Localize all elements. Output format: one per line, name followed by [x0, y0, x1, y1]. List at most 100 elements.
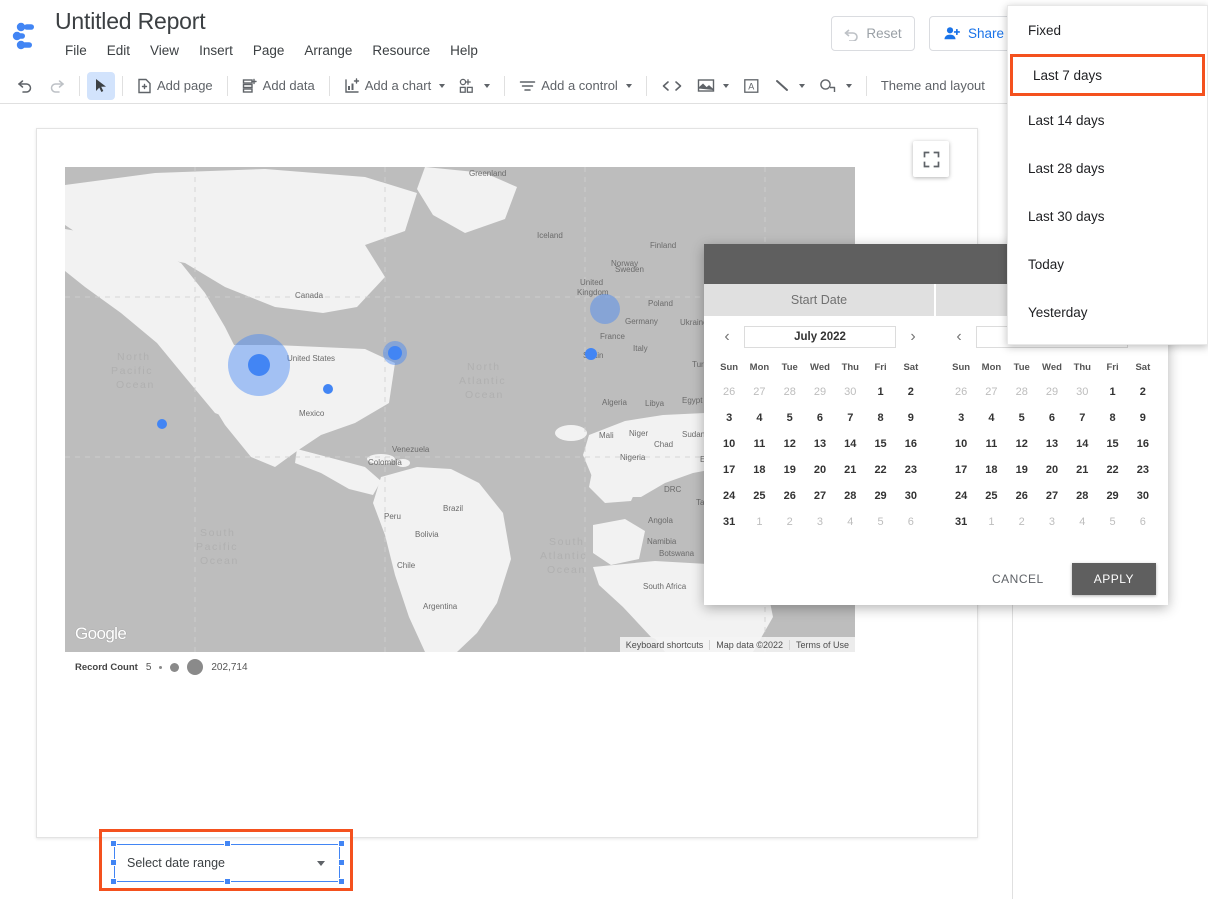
map-data-bubble[interactable] [323, 384, 333, 394]
calendar-day-cell[interactable]: 27 [976, 379, 1006, 405]
add-data-button[interactable]: Add data [235, 72, 322, 100]
calendar-day-cell[interactable]: 18 [744, 457, 774, 483]
calendar-day-cell[interactable]: 28 [835, 483, 865, 509]
map-data-bubble[interactable] [590, 294, 620, 324]
calendar-day-cell[interactable]: 26 [1007, 483, 1037, 509]
terms-of-use-link[interactable]: Terms of Use [788, 639, 855, 650]
calendar-day-cell[interactable]: 19 [775, 457, 805, 483]
calendar-day-cell[interactable]: 30 [1067, 379, 1097, 405]
calendar-day-cell[interactable]: 16 [1128, 431, 1158, 457]
resize-handle-ne[interactable] [338, 840, 345, 847]
calendar-day-cell[interactable]: 8 [1097, 405, 1127, 431]
fullscreen-button[interactable] [913, 141, 949, 177]
date-range-option-last-14-days[interactable]: Last 14 days [1008, 96, 1207, 144]
resize-handle-s[interactable] [224, 878, 231, 885]
redo-button[interactable] [41, 72, 72, 100]
insert-image-button[interactable] [690, 72, 736, 100]
calendar-day-cell[interactable]: 5 [775, 405, 805, 431]
start-calendar[interactable]: ‹ July 2022 › Sun Mon Tue Wed Thu Fri Sat 26 27 2… [704, 322, 936, 535]
insert-line-button[interactable] [767, 72, 812, 100]
calendar-day-cell[interactable]: 12 [1007, 431, 1037, 457]
menu-edit[interactable]: Edit [97, 41, 140, 60]
calendar-day-cell[interactable]: 2 [775, 509, 805, 535]
calendar-day-cell[interactable]: 28 [1007, 379, 1037, 405]
resize-handle-nw[interactable] [110, 840, 117, 847]
start-date-tab[interactable]: Start Date [704, 284, 934, 316]
menu-insert[interactable]: Insert [189, 41, 243, 60]
calendar-day-cell[interactable]: 20 [1037, 457, 1067, 483]
calendar-day-cell[interactable]: 1 [1097, 379, 1127, 405]
reset-button[interactable]: Reset [831, 16, 915, 51]
calendar-day-cell[interactable]: 4 [835, 509, 865, 535]
calendar-day-cell[interactable]: 5 [1007, 405, 1037, 431]
map-data-bubble[interactable] [388, 346, 402, 360]
calendar-day-cell[interactable]: 11 [744, 431, 774, 457]
date-range-control[interactable]: Select date range [114, 844, 340, 882]
chevron-left-icon[interactable]: ‹ [950, 328, 968, 346]
calendar-day-cell[interactable]: 15 [1097, 431, 1127, 457]
calendar-day-cell[interactable]: 23 [1128, 457, 1158, 483]
date-range-option-last-7-days[interactable]: Last 7 days [1010, 54, 1205, 96]
calendar-day-cell[interactable]: 15 [865, 431, 895, 457]
date-range-option-yesterday[interactable]: Yesterday [1008, 288, 1207, 336]
menu-page[interactable]: Page [243, 41, 295, 60]
undo-button[interactable] [10, 72, 41, 100]
calendar-day-cell[interactable]: 19 [1007, 457, 1037, 483]
calendar-day-cell[interactable]: 6 [896, 509, 926, 535]
menu-resource[interactable]: Resource [362, 41, 440, 60]
start-month-label[interactable]: July 2022 [744, 326, 896, 348]
calendar-day-cell[interactable]: 3 [805, 509, 835, 535]
calendar-day-cell[interactable]: 6 [1128, 509, 1158, 535]
calendar-day-cell[interactable]: 26 [714, 379, 744, 405]
calendar-day-cell[interactable]: 21 [1067, 457, 1097, 483]
resize-handle-e[interactable] [338, 859, 345, 866]
calendar-day-cell[interactable]: 22 [865, 457, 895, 483]
calendar-day-cell[interactable]: 1 [865, 379, 895, 405]
date-range-dropdown-menu[interactable]: Fixed Last 7 days Last 14 days Last 28 days… [1007, 5, 1208, 345]
date-range-option-last-30-days[interactable]: Last 30 days [1008, 192, 1207, 240]
calendar-day-cell[interactable]: 25 [744, 483, 774, 509]
calendar-day-cell[interactable]: 2 [1128, 379, 1158, 405]
resize-handle-n[interactable] [224, 840, 231, 847]
add-page-button[interactable]: Add page [130, 72, 220, 100]
calendar-day-cell[interactable]: 30 [896, 483, 926, 509]
calendar-day-cell[interactable]: 29 [865, 483, 895, 509]
calendar-day-cell[interactable]: 10 [946, 431, 976, 457]
calendar-day-cell[interactable]: 28 [775, 379, 805, 405]
calendar-day-cell[interactable]: 8 [865, 405, 895, 431]
cancel-button[interactable]: CANCEL [974, 564, 1062, 594]
calendar-day-cell[interactable]: 3 [714, 405, 744, 431]
calendar-day-cell[interactable]: 26 [946, 379, 976, 405]
calendar-day-cell[interactable]: 12 [775, 431, 805, 457]
calendar-day-cell[interactable]: 21 [835, 457, 865, 483]
theme-and-layout-button[interactable]: Theme and layout [874, 72, 992, 100]
calendar-day-cell[interactable]: 23 [896, 457, 926, 483]
date-range-option-last-28-days[interactable]: Last 28 days [1008, 144, 1207, 192]
menu-help[interactable]: Help [440, 41, 488, 60]
calendar-day-cell[interactable]: 13 [805, 431, 835, 457]
calendar-day-cell[interactable]: 27 [805, 483, 835, 509]
calendar-day-cell[interactable]: 2 [1007, 509, 1037, 535]
map-data-bubble[interactable] [248, 354, 270, 376]
calendar-day-cell[interactable]: 7 [835, 405, 865, 431]
embed-code-button[interactable] [654, 72, 690, 100]
calendar-day-cell[interactable]: 4 [976, 405, 1006, 431]
menu-arrange[interactable]: Arrange [294, 41, 362, 60]
calendar-day-cell[interactable]: 9 [1128, 405, 1158, 431]
chevron-right-icon[interactable]: › [904, 328, 922, 346]
insert-shape-button[interactable] [812, 72, 859, 100]
calendar-day-cell[interactable]: 4 [1067, 509, 1097, 535]
apply-button[interactable]: APPLY [1071, 563, 1156, 595]
map-data-bubble[interactable] [157, 419, 167, 429]
calendar-day-cell[interactable]: 14 [1067, 431, 1097, 457]
looker-studio-logo-icon[interactable] [12, 22, 46, 50]
date-range-option-today[interactable]: Today [1008, 240, 1207, 288]
insert-text-button[interactable]: A [736, 72, 767, 100]
map-data-bubble[interactable] [585, 348, 597, 360]
calendar-day-cell[interactable]: 16 [896, 431, 926, 457]
calendar-day-cell[interactable]: 27 [1037, 483, 1067, 509]
chevron-left-icon[interactable]: ‹ [718, 328, 736, 346]
page-title[interactable]: Untitled Report [55, 8, 206, 35]
menu-file[interactable]: File [55, 41, 97, 60]
calendar-day-cell[interactable]: 31 [946, 509, 976, 535]
